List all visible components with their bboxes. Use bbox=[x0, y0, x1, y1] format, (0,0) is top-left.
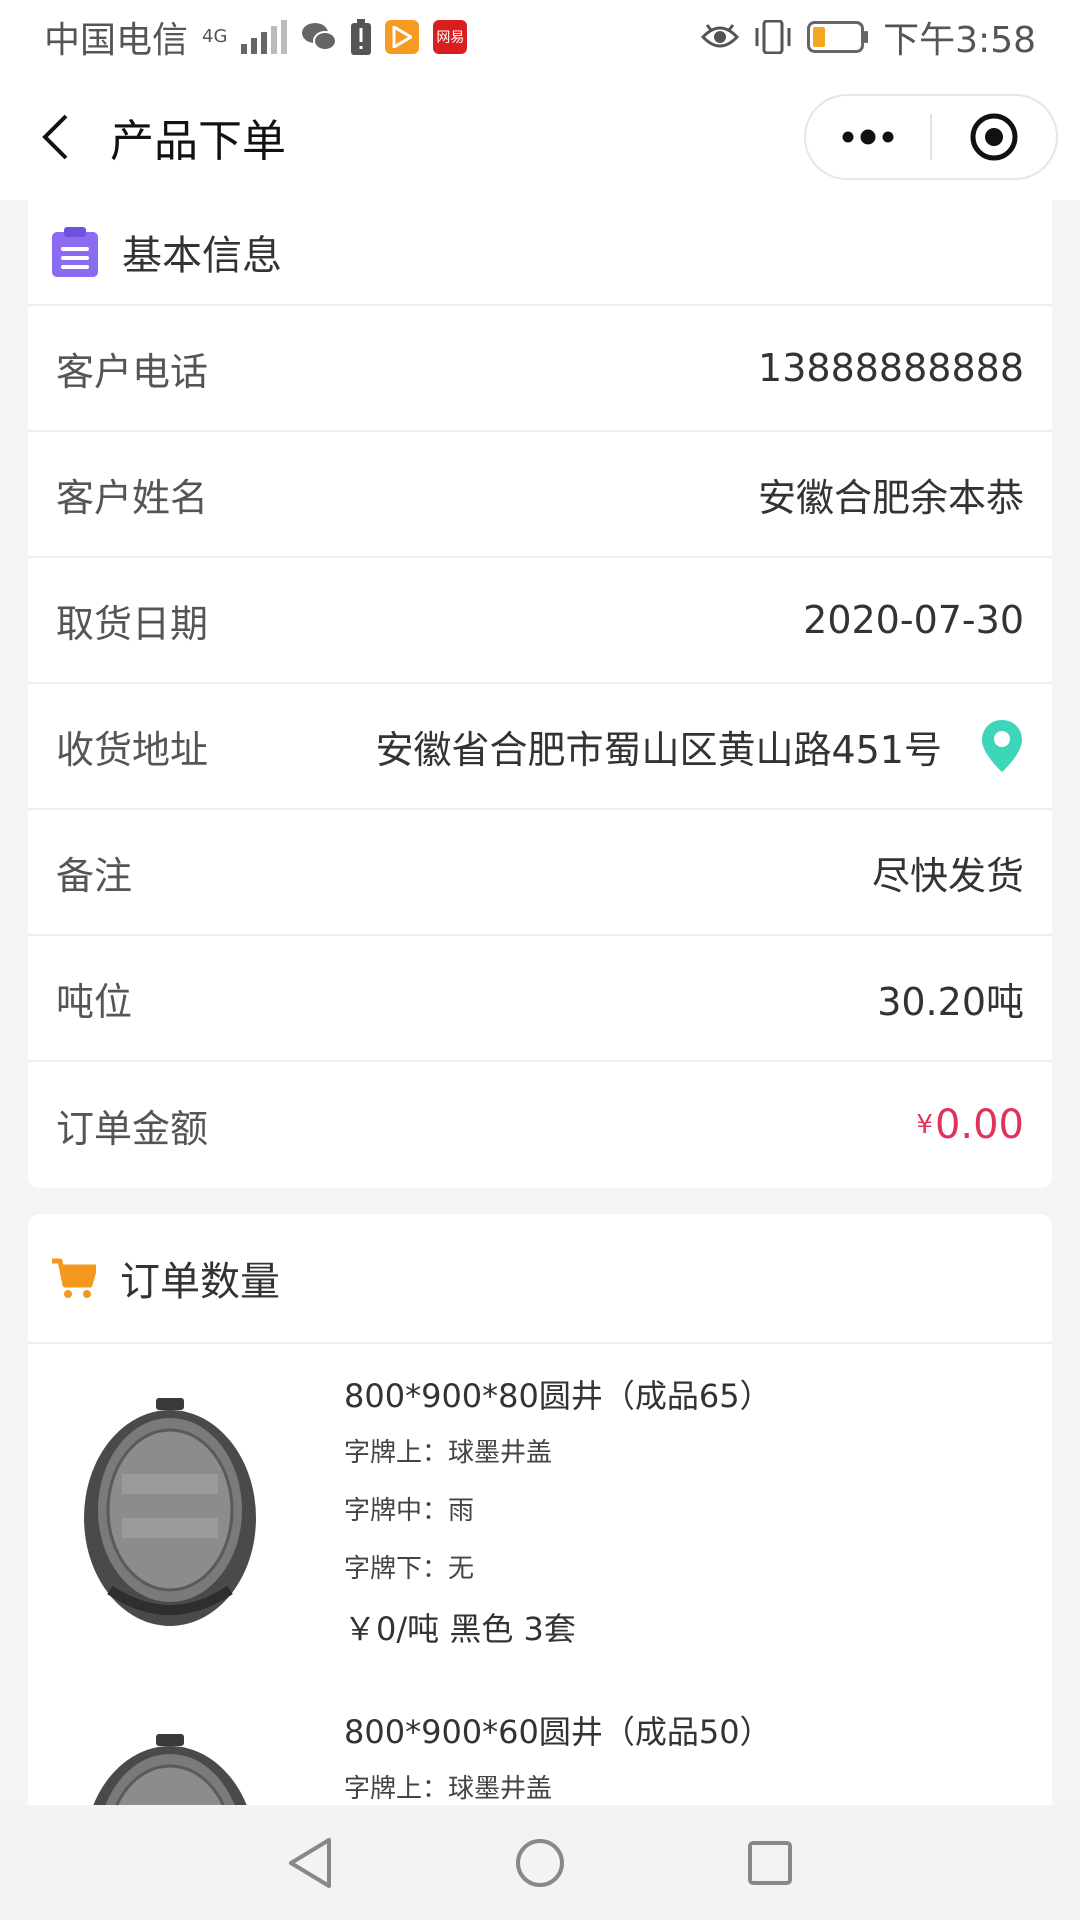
status-right: 下午3:58 bbox=[701, 11, 1036, 63]
target-icon bbox=[970, 113, 1018, 161]
remark-row: 备注 尽快发货 bbox=[28, 810, 1052, 936]
product-name: 800*900*60圆井（成品50） bbox=[344, 1713, 772, 1751]
plate-top: 字牌上：球墨井盖 bbox=[344, 1438, 553, 1468]
basic-info-title: 基本信息 bbox=[122, 233, 282, 279]
pickup-date-label: 取货日期 bbox=[56, 601, 209, 646]
plate-bottom: 字牌下：无 bbox=[344, 1554, 475, 1584]
circle-home-icon bbox=[516, 1838, 564, 1887]
vibrate-icon bbox=[755, 20, 791, 54]
basic-info-header: 基本信息 bbox=[28, 200, 1052, 306]
manhole-cover-image bbox=[93, 1734, 247, 1805]
basic-info-card: 基本信息 客户电话 13888888888 客户姓名 安徽合肥余本恭 取货日期 … bbox=[28, 200, 1052, 1188]
order-quantity-title: 订单数量 bbox=[120, 1259, 280, 1305]
system-recents-button[interactable] bbox=[730, 1823, 810, 1903]
remark-value: 尽快发货 bbox=[871, 853, 1024, 898]
phone-value: 13888888888 bbox=[758, 346, 1024, 390]
phone-row: 客户电话 13888888888 bbox=[28, 306, 1052, 432]
address-label: 收货地址 bbox=[56, 727, 209, 772]
system-back-button[interactable] bbox=[270, 1823, 350, 1903]
phone-label: 客户电话 bbox=[56, 349, 209, 394]
chevron-left-icon bbox=[42, 114, 68, 160]
product-name: 800*900*80圆井（成品65） bbox=[344, 1377, 772, 1415]
square-recents-icon bbox=[748, 1840, 792, 1885]
tonnage-value: 30.20吨 bbox=[877, 979, 1024, 1024]
address-value: 安徽省合肥市蜀山区黄山路451号 bbox=[375, 727, 942, 772]
page-title: 产品下单 bbox=[110, 116, 286, 167]
close-miniprogram-button[interactable] bbox=[932, 96, 1056, 178]
customer-name-row: 客户姓名 安徽合肥余本恭 bbox=[28, 432, 1052, 558]
tonnage-row: 吨位 30.20吨 bbox=[28, 936, 1052, 1062]
nav-bar: 产品下单 bbox=[0, 74, 1080, 200]
signal-icon bbox=[241, 20, 288, 54]
back-button[interactable] bbox=[0, 74, 110, 200]
product-price-line: ￥0/吨 黑色 3套 bbox=[344, 1610, 576, 1648]
eye-icon bbox=[701, 24, 740, 48]
location-pin-icon[interactable] bbox=[980, 718, 1024, 774]
status-bar: 中国电信 4G 网易 下午3:58 bbox=[0, 0, 1080, 74]
currency-symbol: ¥ bbox=[916, 1110, 933, 1140]
more-button[interactable] bbox=[806, 96, 930, 178]
wechat-icon bbox=[302, 23, 338, 51]
system-home-button[interactable] bbox=[500, 1823, 580, 1903]
carrier-name: 中国电信 bbox=[44, 20, 189, 61]
order-amount-value: 0.00 bbox=[934, 1102, 1024, 1148]
order-quantity-header: 订单数量 bbox=[28, 1214, 1052, 1344]
clipboard-icon bbox=[52, 227, 98, 277]
address-row[interactable]: 收货地址 安徽省合肥市蜀山区黄山路451号 bbox=[28, 684, 1052, 810]
order-amount-row: 订单金额 ¥ 0.00 bbox=[28, 1062, 1052, 1188]
order-quantity-card: 订单数量 800*900*80圆井（成品65） 字牌上：球墨井盖 字牌中：雨 字… bbox=[28, 1214, 1052, 1805]
battery-icon bbox=[807, 21, 869, 53]
more-dots-icon bbox=[842, 129, 894, 145]
system-nav-bar bbox=[0, 1805, 1080, 1920]
netease-app-icon: 网易 bbox=[433, 20, 468, 54]
product-item[interactable]: 800*900*60圆井（成品50） 字牌上：球墨井盖 bbox=[28, 1680, 1052, 1805]
customer-name-label: 客户姓名 bbox=[56, 475, 209, 520]
battery-alert-icon bbox=[351, 19, 372, 55]
video-app-icon bbox=[385, 20, 420, 54]
product-item[interactable]: 800*900*80圆井（成品65） 字牌上：球墨井盖 字牌中：雨 字牌下：无 … bbox=[28, 1344, 1052, 1680]
miniprogram-capsule bbox=[804, 94, 1058, 180]
triangle-back-icon bbox=[289, 1837, 331, 1888]
status-left: 中国电信 4G 网易 bbox=[44, 11, 468, 63]
customer-name-value: 安徽合肥余本恭 bbox=[757, 475, 1024, 520]
order-amount-value-group: ¥ 0.00 bbox=[916, 1102, 1024, 1148]
tonnage-label: 吨位 bbox=[56, 979, 133, 1024]
pickup-date-row: 取货日期 2020-07-30 bbox=[28, 558, 1052, 684]
manhole-cover-image bbox=[84, 1398, 256, 1626]
plate-top: 字牌上：球墨井盖 bbox=[344, 1774, 553, 1804]
plate-middle: 字牌中：雨 bbox=[344, 1496, 475, 1526]
shopping-cart-icon bbox=[52, 1258, 96, 1298]
network-type: 4G bbox=[202, 26, 228, 47]
pickup-date-value: 2020-07-30 bbox=[803, 598, 1024, 642]
order-amount-label: 订单金额 bbox=[56, 1106, 209, 1151]
clock-time: 下午3:58 bbox=[883, 20, 1036, 61]
remark-label: 备注 bbox=[56, 853, 133, 898]
address-value-group: 安徽省合肥市蜀山区黄山路451号 bbox=[375, 718, 1024, 774]
